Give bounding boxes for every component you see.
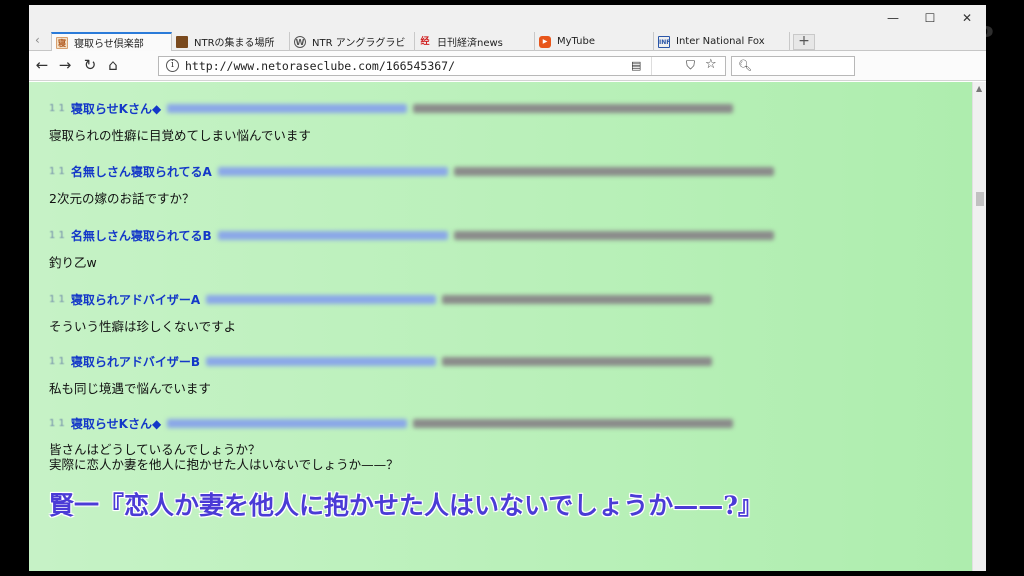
blurred-timestamp	[442, 356, 713, 366]
post-author[interactable]: 寝取られアドバイザーB	[71, 353, 200, 370]
post-header: 1 1 寝取られアドバイザーB	[49, 353, 949, 369]
tab-label: NTR アングラグラビ	[312, 38, 406, 49]
post-header: 1 1 名無しさん寝取られてるA	[49, 163, 949, 179]
bookmark-star-icon[interactable]: ☆	[705, 57, 717, 72]
video-subtitle: 賢一『恋人か妻を他人に抱かせた人はいないでしょうか——?』	[49, 491, 763, 520]
post-body-line: 寝取られの性癖に目覚めてしまい悩んでいます	[49, 128, 311, 143]
tab-label: 日刊経済news	[437, 38, 503, 49]
post-number: 1 1	[49, 102, 65, 114]
close-button[interactable]: ✕	[958, 11, 976, 25]
post-header: 1 1 寝取られアドバイザーA	[49, 291, 949, 307]
post-body-line: 釣り乙w	[49, 255, 97, 270]
search-icon: 🔍︎	[738, 59, 752, 72]
tab-mytube[interactable]: ▶ MyTube	[535, 32, 654, 51]
home-icon[interactable]: ⌂	[104, 57, 122, 73]
post-item: 1 1 寝取られアドバイザーA そういう性癖は珍しくないですよ	[49, 291, 949, 334]
page-content: 1 1 寝取らせKさん◆ 寝取られの性癖に目覚めてしまい悩んでいます 1 1 名…	[29, 82, 972, 571]
post-body-line: 私も同じ境遇で悩んでいます	[49, 381, 211, 396]
tab-strip: ‹ 寝 寝取らせ倶楽部 NTRの集まる場所 W NTR アングラグラビ 经 日刊…	[29, 32, 986, 51]
post-author[interactable]: 寝取らせKさん◆	[71, 100, 161, 117]
back-arrow-icon[interactable]: ←	[33, 57, 51, 73]
post-body-line: 実際に恋人か妻を他人に抱かせた人はいないでしょうか——？	[49, 457, 399, 472]
brown-square-favicon-icon	[176, 35, 188, 48]
post-body: 私も同じ境遇で悩んでいます	[49, 381, 949, 396]
maximize-button[interactable]: ☐	[921, 11, 939, 25]
post-header: 1 1 寝取らせKさん◆	[49, 415, 949, 431]
blurred-timestamp	[413, 103, 734, 113]
scrollbar-thumb[interactable]	[976, 192, 984, 206]
post-item: 1 1 寝取らせKさん◆ 皆さんはどうしているんでしょうか？ 実際に恋人か妻を他…	[49, 415, 949, 472]
play-favicon-icon: ▶	[539, 35, 551, 48]
minimize-button[interactable]: —	[884, 11, 902, 25]
post-item: 1 1 寝取らせKさん◆ 寝取られの性癖に目覚めてしまい悩んでいます	[49, 100, 949, 143]
reload-icon[interactable]: ↻	[81, 57, 99, 73]
address-bar[interactable]: i http://www.netoraseclube.com/166545367…	[158, 56, 726, 76]
blurred-timestamp	[453, 166, 774, 176]
blurred-metadata	[217, 166, 448, 176]
new-tab-button[interactable]: +	[793, 34, 815, 50]
club-favicon-icon: 寝	[56, 36, 68, 49]
navigation-bar: ← → ↻ ⌂ i http://www.netoraseclube.com/1…	[29, 51, 986, 81]
w-circle-favicon-icon: W	[294, 35, 306, 48]
post-body-line: 2次元の嫁のお話ですか？	[49, 191, 195, 206]
red-kanji-favicon-icon: 经	[420, 36, 430, 47]
post-number: 1 1	[49, 229, 65, 241]
blue-box-favicon-icon: INF	[658, 35, 670, 48]
post-body-line: 皆さんはどうしているんでしょうか？	[49, 442, 261, 457]
forward-arrow-icon[interactable]: →	[56, 57, 74, 73]
site-info-icon[interactable]: i	[166, 59, 179, 72]
reader-view-icon[interactable]: ▤	[631, 59, 641, 72]
post-number: 1 1	[49, 293, 65, 305]
post-item: 1 1 寝取られアドバイザーB 私も同じ境遇で悩んでいます	[49, 353, 949, 396]
post-item: 1 1 名無しさん寝取られてるA 2次元の嫁のお話ですか？	[49, 163, 949, 206]
tab-ntr-place[interactable]: NTRの集まる場所	[172, 32, 290, 51]
tab-scroll-left-icon[interactable]: ‹	[35, 33, 40, 47]
blurred-metadata	[217, 230, 448, 240]
post-number: 1 1	[49, 165, 65, 177]
post-number: 1 1	[49, 355, 65, 367]
post-author[interactable]: 寝取られアドバイザーA	[71, 291, 200, 308]
pocket-icon[interactable]: ⛉	[686, 58, 695, 73]
post-body: 寝取られの性癖に目覚めてしまい悩んでいます	[49, 128, 949, 143]
post-body: 2次元の嫁のお話ですか？	[49, 191, 949, 206]
post-author[interactable]: 寝取らせKさん◆	[71, 415, 161, 432]
title-bar: — ☐ ✕ ‹ 寝 寝取らせ倶楽部 NTRの集まる場所 W NTR アングラグラ…	[29, 5, 986, 51]
browser-window: — ☐ ✕ ‹ 寝 寝取らせ倶楽部 NTRの集まる場所 W NTR アングラグラ…	[29, 5, 986, 571]
blurred-timestamp	[453, 230, 774, 240]
tab-ntr-gravure[interactable]: W NTR アングラグラビ	[290, 32, 415, 51]
tab-label: NTRの集まる場所	[194, 38, 275, 49]
tab-daily-economy[interactable]: 经 日刊経済news	[415, 32, 535, 51]
post-body: そういう性癖は珍しくないですよ	[49, 319, 949, 334]
post-author[interactable]: 名無しさん寝取られてるA	[71, 163, 212, 180]
post-body: 皆さんはどうしているんでしょうか？ 実際に恋人か妻を他人に抱かせた人はいないでし…	[49, 442, 949, 472]
search-box[interactable]: 🔍︎	[731, 56, 855, 76]
url-divider	[651, 57, 652, 75]
post-author[interactable]: 名無しさん寝取られてるB	[71, 227, 212, 244]
post-body-line: そういう性癖は珍しくないですよ	[49, 319, 237, 334]
tab-label: Inter National Fox	[676, 36, 765, 47]
post-header: 1 1 寝取らせKさん◆	[49, 100, 949, 116]
scroll-up-arrow-icon[interactable]: ▲	[976, 84, 982, 93]
post-number: 1 1	[49, 417, 65, 429]
tab-netorase-club[interactable]: 寝 寝取らせ倶楽部	[51, 32, 172, 51]
tab-inter-national-fox[interactable]: INF Inter National Fox	[654, 32, 790, 51]
blurred-metadata	[167, 103, 408, 113]
post-body: 釣り乙w	[49, 255, 949, 270]
post-header: 1 1 名無しさん寝取られてるB	[49, 227, 949, 243]
blurred-timestamp	[413, 418, 734, 428]
tab-label: 寝取らせ倶楽部	[74, 39, 144, 50]
tab-label: MyTube	[557, 36, 595, 47]
url-text[interactable]: http://www.netoraseclube.com/166545367/	[185, 59, 455, 73]
post-item: 1 1 名無しさん寝取られてるB 釣り乙w	[49, 227, 949, 270]
blurred-metadata	[206, 294, 437, 304]
blurred-metadata	[167, 418, 408, 428]
blurred-metadata	[206, 356, 437, 366]
vertical-scrollbar[interactable]: ▲	[972, 82, 986, 571]
blurred-timestamp	[442, 294, 713, 304]
